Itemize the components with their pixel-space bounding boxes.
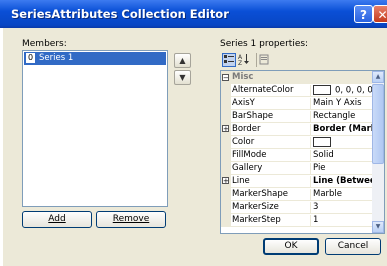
scroll-down-icon[interactable]: ▼ — [372, 221, 384, 233]
row-gutter — [221, 214, 231, 227]
property-row[interactable]: AlternateColor 0, 0, 0, 0 — [221, 84, 372, 97]
property-pages-icon[interactable] — [256, 53, 270, 67]
properties-label: Series 1 properties: — [220, 39, 309, 49]
svg-text:Z: Z — [238, 60, 242, 65]
members-listbox[interactable]: 0 Series 1 — [22, 50, 168, 207]
property-grid[interactable]: − Misc AlternateColor 0, 0, 0, 0 AxisY Main… — [220, 70, 385, 234]
property-row[interactable]: FillMode Solid — [221, 149, 372, 162]
property-value[interactable]: Rectangle — [310, 111, 372, 122]
property-name: Border — [232, 124, 261, 134]
row-gutter — [221, 162, 231, 175]
ok-button[interactable]: OK — [263, 238, 319, 255]
color-swatch — [313, 137, 331, 147]
property-name: MarkerStep — [232, 215, 281, 225]
property-row[interactable]: +Line Line (Between M — [221, 175, 372, 188]
categorized-icon[interactable] — [222, 53, 236, 67]
row-gutter — [221, 84, 231, 97]
property-value[interactable]: 0, 0, 0, 0 — [310, 85, 372, 96]
property-name: Gallery — [232, 163, 263, 173]
property-name: MarkerSize — [232, 202, 279, 212]
property-value-text: Pie — [313, 163, 326, 173]
property-value[interactable]: Marble — [310, 189, 372, 200]
title-bar[interactable]: SeriesAttributes Collection Editor ? ✕ — [0, 0, 387, 28]
add-button[interactable]: Add — [22, 211, 92, 228]
members-label: Members: — [22, 39, 67, 49]
property-value-text: Marble — [313, 189, 343, 199]
property-row[interactable]: MarkerStep 1 — [221, 214, 372, 227]
property-row[interactable]: AxisY Main Y Axis — [221, 97, 372, 110]
row-gutter — [221, 188, 231, 201]
row-gutter — [221, 149, 231, 162]
row-gutter — [221, 110, 231, 123]
property-value[interactable]: 1 — [310, 215, 372, 226]
property-row[interactable]: BarShape Rectangle — [221, 110, 372, 123]
row-gutter — [221, 201, 231, 214]
cancel-button[interactable]: Cancel — [325, 238, 381, 255]
property-value-text: 3 — [313, 202, 319, 212]
property-name: AxisY — [232, 98, 255, 108]
property-name: Color — [232, 137, 255, 147]
window-title: SeriesAttributes Collection Editor — [11, 7, 229, 21]
remove-label: Remove — [112, 214, 150, 224]
property-row[interactable]: +Border Border (Markers — [221, 123, 372, 136]
property-value[interactable]: Pie — [310, 163, 372, 174]
property-name: Line — [232, 176, 250, 186]
close-button[interactable]: ✕ — [373, 5, 387, 23]
property-value-text: Rectangle — [313, 111, 356, 121]
property-value[interactable]: 3 — [310, 202, 372, 213]
property-row[interactable]: Color — [221, 136, 372, 149]
row-gutter — [221, 97, 231, 110]
remove-button[interactable]: Remove — [96, 211, 166, 228]
row-gutter — [221, 136, 231, 149]
property-value[interactable]: Border (Markers — [310, 124, 372, 135]
move-up-button[interactable]: ▲ — [174, 53, 191, 68]
alphabetical-icon[interactable]: AZ — [237, 53, 251, 67]
property-value[interactable] — [310, 137, 372, 148]
item-name: Series 1 — [39, 53, 74, 63]
property-grid-scrollbar[interactable]: ▲ ▼ — [372, 71, 384, 233]
property-value[interactable]: Line (Between M — [310, 176, 372, 187]
color-swatch — [313, 85, 331, 95]
expand-icon[interactable]: + — [222, 125, 229, 133]
add-label: Add — [48, 214, 66, 224]
property-value-text: Solid — [313, 150, 334, 160]
property-name: AlternateColor — [232, 85, 294, 95]
property-name: BarShape — [232, 111, 274, 121]
property-name: FillMode — [232, 150, 267, 160]
scroll-thumb[interactable] — [372, 84, 384, 164]
property-row[interactable]: MarkerShape Marble — [221, 188, 372, 201]
property-value[interactable]: Main Y Axis — [310, 98, 372, 109]
item-index: 0 — [26, 53, 35, 63]
move-down-button[interactable]: ▼ — [174, 70, 191, 85]
expand-icon[interactable]: + — [222, 177, 229, 185]
property-value-text: Border (Markers — [313, 124, 372, 134]
property-row[interactable]: Gallery Pie — [221, 162, 372, 175]
collapse-icon[interactable]: − — [222, 74, 229, 82]
property-value[interactable]: Solid — [310, 150, 372, 161]
property-row[interactable]: MarkerSize 3 — [221, 201, 372, 214]
property-value-text: Main Y Axis — [313, 98, 362, 108]
property-value-text: 0, 0, 0, 0 — [335, 85, 372, 96]
category-label: Misc — [232, 72, 254, 82]
property-value-text: Line (Between M — [313, 176, 372, 186]
row-gutter: + — [221, 175, 231, 188]
properties-toolbar: AZ — [220, 52, 376, 69]
row-gutter: + — [221, 123, 231, 136]
property-name: MarkerShape — [232, 189, 288, 199]
property-value-text: 1 — [313, 215, 319, 225]
collection-editor-dialog: SeriesAttributes Collection Editor ? ✕ M… — [0, 0, 387, 266]
help-button[interactable]: ? — [354, 5, 373, 23]
scroll-up-icon[interactable]: ▲ — [372, 71, 384, 83]
category-row-misc[interactable]: − Misc — [221, 71, 372, 84]
list-item[interactable]: 0 Series 1 — [24, 52, 166, 65]
